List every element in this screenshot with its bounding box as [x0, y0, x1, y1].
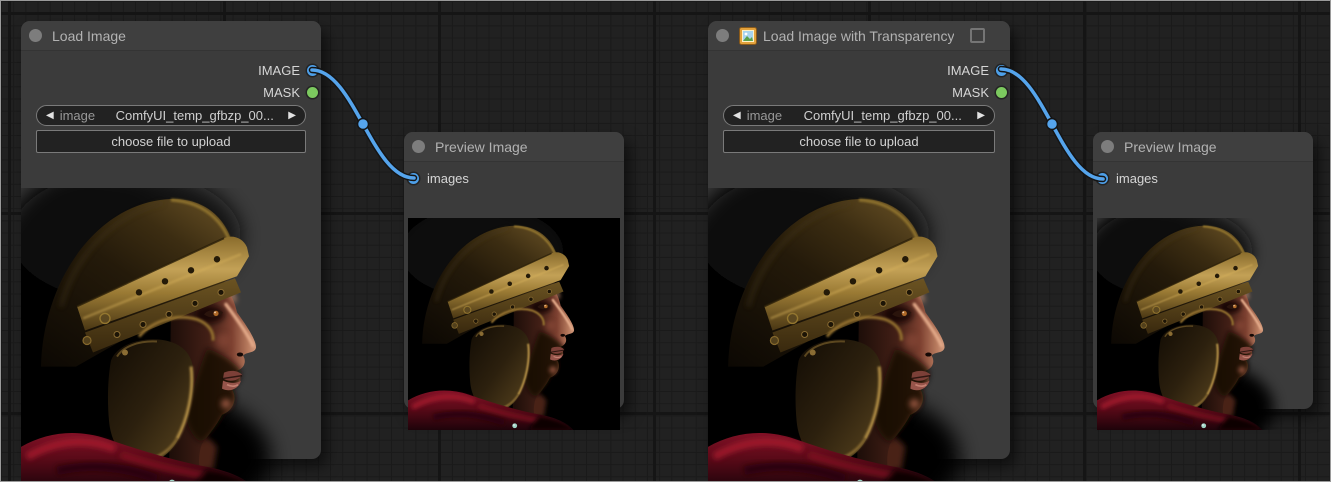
- node-image-preview: [708, 188, 1010, 482]
- node-image-preview: [1097, 218, 1309, 430]
- node-graph-canvas[interactable]: Load Image IMAGE MASK ◀ image ComfyUI_te…: [0, 0, 1331, 482]
- node-load-image[interactable]: Load Image IMAGE MASK ◀ image ComfyUI_te…: [21, 21, 321, 459]
- input-slot-label: images: [427, 171, 469, 186]
- input-slot-label: images: [1116, 171, 1158, 186]
- node-title-bar: Preview Image: [404, 132, 624, 162]
- link-load-transparency-to-preview[interactable]: [1001, 69, 1103, 179]
- combo-next-icon[interactable]: ▶: [977, 111, 985, 121]
- node-title: Load Image: [52, 28, 126, 44]
- output-slot-mask: MASK: [21, 81, 321, 103]
- output-dot-image[interactable]: [307, 65, 318, 76]
- node-title-bar: Preview Image: [1093, 132, 1313, 162]
- output-slot-label: IMAGE: [258, 63, 300, 78]
- output-slot-image: IMAGE: [21, 59, 321, 81]
- node-preview-image-left[interactable]: Preview Image images: [404, 132, 624, 409]
- node-image-preview: [408, 218, 620, 430]
- link-wire: [1001, 69, 1103, 179]
- portrait-photo: [1097, 218, 1309, 430]
- node-title-bar: Load Image: [21, 21, 321, 51]
- node-collapse-dot[interactable]: [29, 29, 42, 42]
- image-combo-widget[interactable]: ◀ image ComfyUI_temp_gfbzp_00... ▶: [723, 105, 995, 126]
- node-title: Preview Image: [435, 139, 528, 155]
- portrait-photo: [408, 218, 620, 430]
- combo-prev-icon[interactable]: ◀: [46, 111, 54, 121]
- input-dot-images[interactable]: [408, 173, 419, 184]
- node-title: Load Image with Transparency: [763, 28, 954, 44]
- framed-picture-icon: [739, 27, 757, 45]
- link-wire: [312, 70, 414, 178]
- input-slot-images: images: [1093, 167, 1313, 189]
- combo-label: image: [747, 108, 782, 123]
- portrait-photo: [21, 188, 321, 482]
- output-slot-label: IMAGE: [947, 63, 989, 78]
- choose-file-button[interactable]: choose file to upload: [36, 130, 306, 153]
- combo-value: ComfyUI_temp_gfbzp_00...: [101, 108, 288, 123]
- node-collapse-dot[interactable]: [412, 140, 425, 153]
- node-load-image-with-transparency[interactable]: Load Image with Transparency IMAGE MASK …: [708, 21, 1010, 459]
- combo-prev-icon[interactable]: ◀: [733, 111, 741, 121]
- title-checkbox[interactable]: [970, 28, 985, 43]
- output-slot-label: MASK: [263, 85, 300, 100]
- image-combo-widget[interactable]: ◀ image ComfyUI_temp_gfbzp_00... ▶: [36, 105, 306, 126]
- output-dot-image[interactable]: [996, 65, 1007, 76]
- combo-value: ComfyUI_temp_gfbzp_00...: [788, 108, 977, 123]
- output-slot-image: IMAGE: [708, 59, 1010, 81]
- node-title-bar: Load Image with Transparency: [708, 21, 1010, 51]
- node-preview-image-right[interactable]: Preview Image images: [1093, 132, 1313, 409]
- combo-label: image: [60, 108, 95, 123]
- output-dot-mask[interactable]: [307, 87, 318, 98]
- combo-next-icon[interactable]: ▶: [288, 111, 296, 121]
- link-load-image-to-preview[interactable]: [312, 70, 414, 178]
- node-collapse-dot[interactable]: [1101, 140, 1114, 153]
- link-midpoint-dot: [1047, 119, 1058, 130]
- output-dot-mask[interactable]: [996, 87, 1007, 98]
- input-slot-images: images: [404, 167, 624, 189]
- link-midpoint-dot: [358, 119, 369, 130]
- input-dot-images[interactable]: [1097, 173, 1108, 184]
- node-collapse-dot[interactable]: [716, 29, 729, 42]
- output-slot-label: MASK: [952, 85, 989, 100]
- node-image-preview: [21, 188, 321, 482]
- node-title: Preview Image: [1124, 139, 1217, 155]
- portrait-photo: [708, 188, 1010, 482]
- choose-file-button[interactable]: choose file to upload: [723, 130, 995, 153]
- output-slot-mask: MASK: [708, 81, 1010, 103]
